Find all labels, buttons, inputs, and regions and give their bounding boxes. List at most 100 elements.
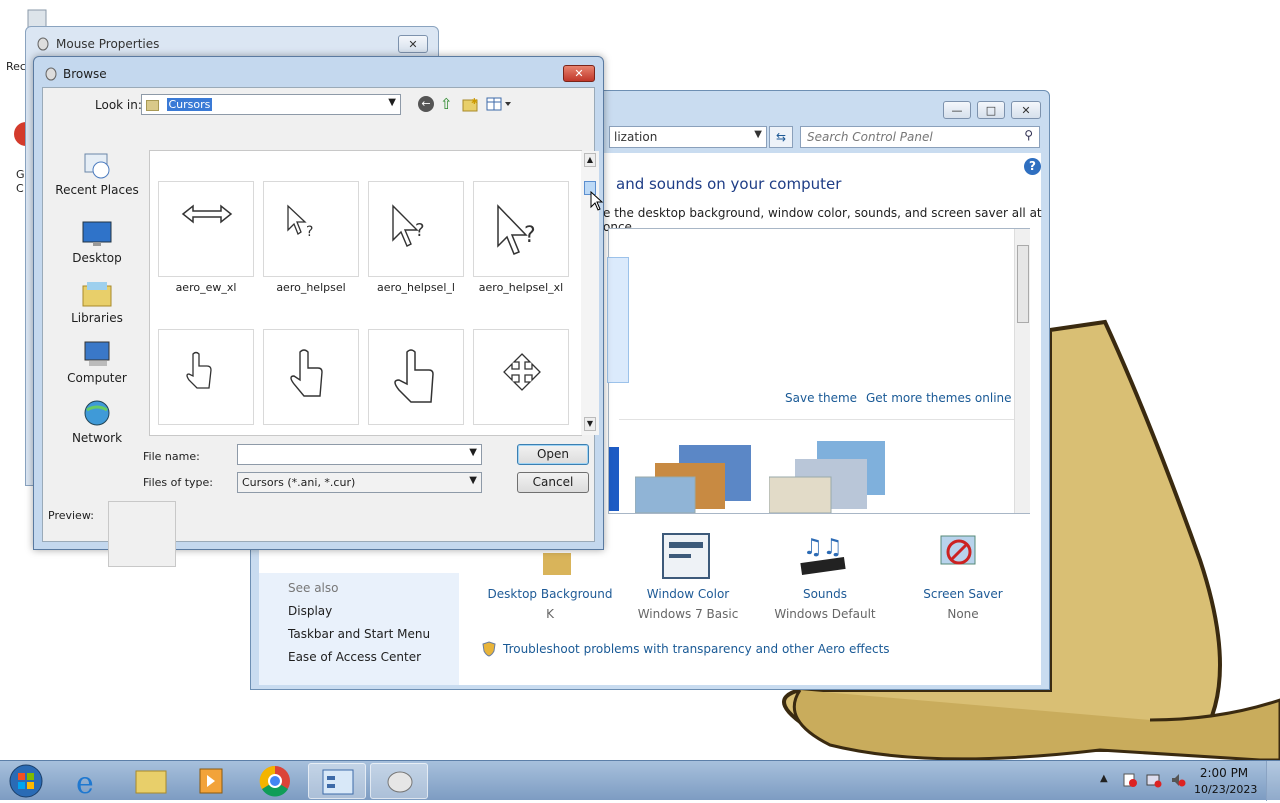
clock-time[interactable]: 2:00 PM: [1196, 766, 1252, 780]
hand-cursor-large-icon: [290, 349, 323, 397]
file-thumb-aero-helpsel[interactable]: ?: [263, 181, 359, 277]
new-folder-icon[interactable]: ✱: [462, 96, 478, 112]
window-color-icon[interactable]: [661, 532, 711, 580]
help-select-cursor-icon: ?: [287, 204, 313, 240]
hand-cursor-icon: [186, 351, 212, 389]
start-button[interactable]: [6, 763, 46, 799]
taskbar-mouse[interactable]: [370, 763, 428, 799]
selected-theme-preview[interactable]: [607, 257, 629, 383]
desktop-background-link[interactable]: Desktop Background: [470, 587, 630, 601]
move-cursor-icon: [503, 353, 541, 391]
file-thumb-link-l[interactable]: [263, 329, 359, 425]
volume-muted-icon[interactable]: [1170, 772, 1186, 788]
browse-dialog: Browse ✕ Look in: Cursors ▼ ← ⇧ ✱ Recent…: [33, 56, 604, 567]
maximize-button[interactable]: □: [977, 101, 1005, 119]
cancel-button[interactable]: Cancel: [517, 472, 589, 493]
folder-icon: [146, 99, 159, 111]
taskbar-chrome[interactable]: [246, 763, 304, 799]
close-icon: ✕: [574, 67, 584, 80]
open-button[interactable]: Open: [517, 444, 589, 465]
theme-thumbnail[interactable]: [768, 441, 889, 514]
places-computer[interactable]: Computer: [49, 340, 145, 385]
sounds-icon[interactable]: ♫♫: [799, 532, 849, 580]
back-icon[interactable]: ←: [418, 96, 434, 112]
file-label[interactable]: aero_ew_xl: [154, 281, 258, 294]
windows-logo-icon: [9, 764, 43, 798]
see-also-ease-link[interactable]: Ease of Access Center: [288, 650, 421, 664]
recycle-bin-label: Rec: [6, 60, 26, 73]
search-placeholder: Search Control Panel: [807, 130, 933, 144]
control-panel-icon: [322, 769, 354, 795]
show-hidden-icons-icon[interactable]: ▲: [1100, 773, 1108, 784]
taskbar-explorer[interactable]: [122, 763, 180, 799]
view-menu-icon[interactable]: [486, 96, 514, 112]
file-label[interactable]: aero_helpsel_xl: [469, 281, 573, 294]
cursor-pointer-icon: [590, 190, 604, 211]
file-thumb-link-xl[interactable]: [368, 329, 464, 425]
see-also-display-link[interactable]: Display: [288, 604, 332, 618]
chrome-icon: [259, 765, 290, 797]
file-thumb-aero-helpsel-xl[interactable]: ?: [473, 181, 569, 277]
desktop-background-icon[interactable]: [531, 549, 575, 577]
files-of-type-dropdown[interactable]: Cursors (*.ani, *.cur) ▼: [237, 472, 482, 493]
network-status-icon[interactable]: [1146, 772, 1162, 788]
taskbar-media-player[interactable]: [182, 763, 240, 799]
action-center-icon[interactable]: [1122, 772, 1138, 788]
scroll-down-icon[interactable]: ▼: [584, 417, 596, 431]
chevron-down-icon[interactable]: ▼: [469, 447, 477, 458]
help-icon[interactable]: ?: [1024, 158, 1041, 175]
svg-text:e: e: [76, 766, 94, 799]
file-thumb-aero-helpsel-l[interactable]: ?: [368, 181, 464, 277]
hand-cursor-xl-icon: [394, 349, 434, 403]
screen-saver-icon[interactable]: [937, 532, 985, 580]
chevron-down-icon[interactable]: ▼: [388, 97, 396, 108]
file-name-input[interactable]: ▼: [237, 444, 482, 465]
places-network[interactable]: Network: [49, 400, 145, 445]
up-folder-icon[interactable]: ⇧: [440, 95, 456, 113]
see-also-sidebar: See also Display Taskbar and Start Menu …: [259, 573, 459, 685]
page-title: and sounds on your computer: [616, 175, 842, 193]
file-list[interactable]: aero_ew_xl ? aero_helpsel ? aero_helpsel…: [149, 150, 604, 436]
theme-thumbnail[interactable]: [609, 447, 619, 511]
taskbar-ie[interactable]: e: [62, 763, 120, 801]
places-recent[interactable]: Recent Places: [49, 148, 145, 197]
media-player-icon: [199, 768, 223, 794]
themes-list[interactable]: Save theme Get more themes online: [607, 228, 1030, 514]
help-select-cursor-xl-icon: ?: [497, 204, 536, 255]
recent-places-icon: [84, 153, 110, 179]
get-more-themes-link[interactable]: Get more themes online: [866, 391, 1012, 405]
search-input[interactable]: Search Control Panel ⚲: [800, 126, 1040, 148]
file-thumb-link[interactable]: [158, 329, 254, 425]
scroll-thumb[interactable]: [1017, 245, 1029, 323]
taskbar-control-panel[interactable]: [308, 763, 366, 799]
see-also-taskbar-link[interactable]: Taskbar and Start Menu: [288, 627, 430, 641]
look-in-dropdown[interactable]: Cursors ▼: [141, 94, 401, 115]
sounds-link[interactable]: Sounds: [745, 587, 905, 601]
save-theme-link[interactable]: Save theme: [785, 391, 857, 405]
places-desktop[interactable]: Desktop: [49, 220, 145, 265]
close-button[interactable]: ✕: [1011, 101, 1041, 119]
file-label[interactable]: aero_helpsel_l: [364, 281, 468, 294]
browse-close-button[interactable]: ✕: [563, 65, 595, 82]
clock-date[interactable]: 10/23/2023: [1194, 783, 1257, 796]
places-libraries-label: Libraries: [71, 311, 123, 325]
address-bar[interactable]: lization ▼: [609, 126, 767, 148]
places-libraries[interactable]: Libraries: [49, 280, 145, 325]
show-desktop-button[interactable]: [1266, 761, 1280, 801]
scrollbar[interactable]: [1014, 229, 1030, 513]
minimize-button[interactable]: —: [943, 101, 971, 119]
mouse-icon: [36, 37, 50, 51]
file-label[interactable]: aero_helpsel: [259, 281, 363, 294]
window-color-link[interactable]: Window Color: [608, 587, 768, 601]
mouse-properties-close-button[interactable]: ✕: [398, 35, 428, 53]
scroll-up-icon[interactable]: ▲: [584, 153, 596, 167]
theme-thumbnail[interactable]: [634, 441, 755, 514]
refresh-button[interactable]: ⇆: [769, 126, 793, 148]
chevron-down-icon[interactable]: ▼: [754, 129, 762, 140]
screen-saver-link[interactable]: Screen Saver: [883, 587, 1043, 601]
file-thumb-aero-ew-xl[interactable]: [158, 181, 254, 277]
troubleshoot-link[interactable]: Troubleshoot problems with transparency …: [503, 642, 890, 656]
file-thumb-move[interactable]: [473, 329, 569, 425]
places-desktop-label: Desktop: [72, 251, 122, 265]
chevron-down-icon[interactable]: ▼: [469, 475, 477, 486]
